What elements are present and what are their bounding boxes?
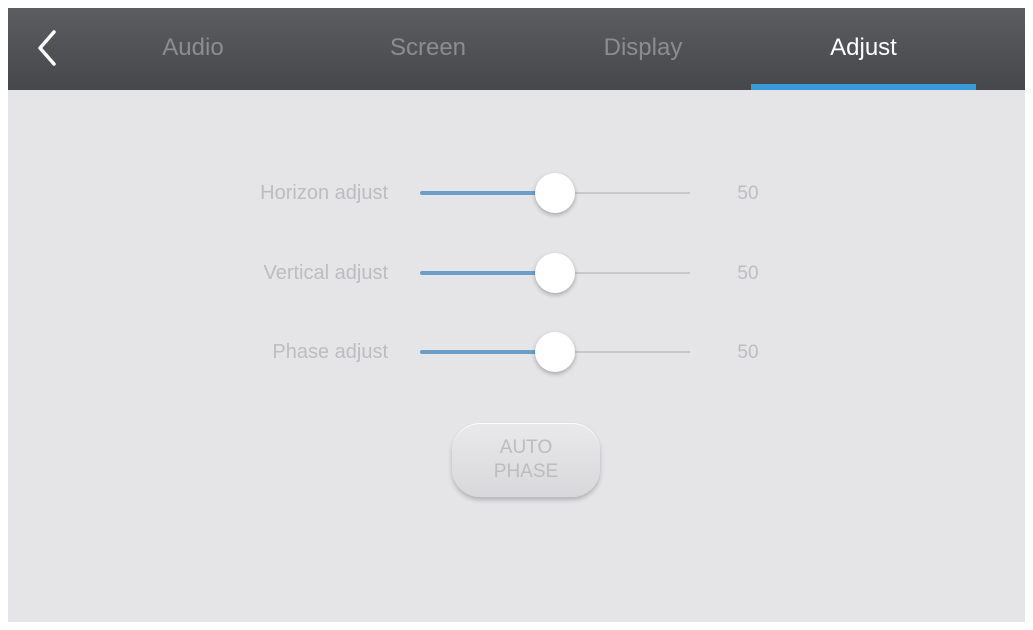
auto-phase-label-line1: AUTO [499,437,553,458]
tab-display[interactable]: Display [573,8,713,90]
horizon-adjust-slider[interactable] [420,173,690,213]
vertical-adjust-slider[interactable] [420,253,690,293]
top-navigation-bar: Audio Screen Display Adjust [8,8,1025,90]
slider-thumb[interactable] [535,253,575,293]
horizon-adjust-value: 50 [737,183,759,204]
vertical-adjust-value: 50 [737,263,759,284]
horizon-adjust-label: Horizon adjust [260,182,388,204]
phase-adjust-label: Phase adjust [272,341,388,363]
tab-screen-label: Screen [389,34,467,61]
tab-screen[interactable]: Screen [358,8,498,90]
active-tab-indicator [751,84,976,90]
slider-thumb[interactable] [535,173,575,213]
auto-phase-button[interactable]: AUTO PHASE [452,423,600,497]
tab-adjust[interactable]: Adjust [751,8,976,90]
phase-adjust-value: 50 [737,342,759,363]
tab-audio-label: Audio [162,34,224,61]
settings-window: Audio Screen Display Adjust Horizon adju… [8,8,1025,622]
phase-adjust-slider[interactable] [420,332,690,372]
tab-audio[interactable]: Audio [138,8,248,90]
back-button[interactable] [30,26,66,70]
slider-thumb[interactable] [535,332,575,372]
auto-phase-label-line2: PHASE [493,461,559,482]
tab-display-label: Display [603,34,683,61]
tab-adjust-label: Adjust [830,34,897,61]
vertical-adjust-label: Vertical adjust [263,262,388,284]
chevron-left-icon [38,30,56,66]
